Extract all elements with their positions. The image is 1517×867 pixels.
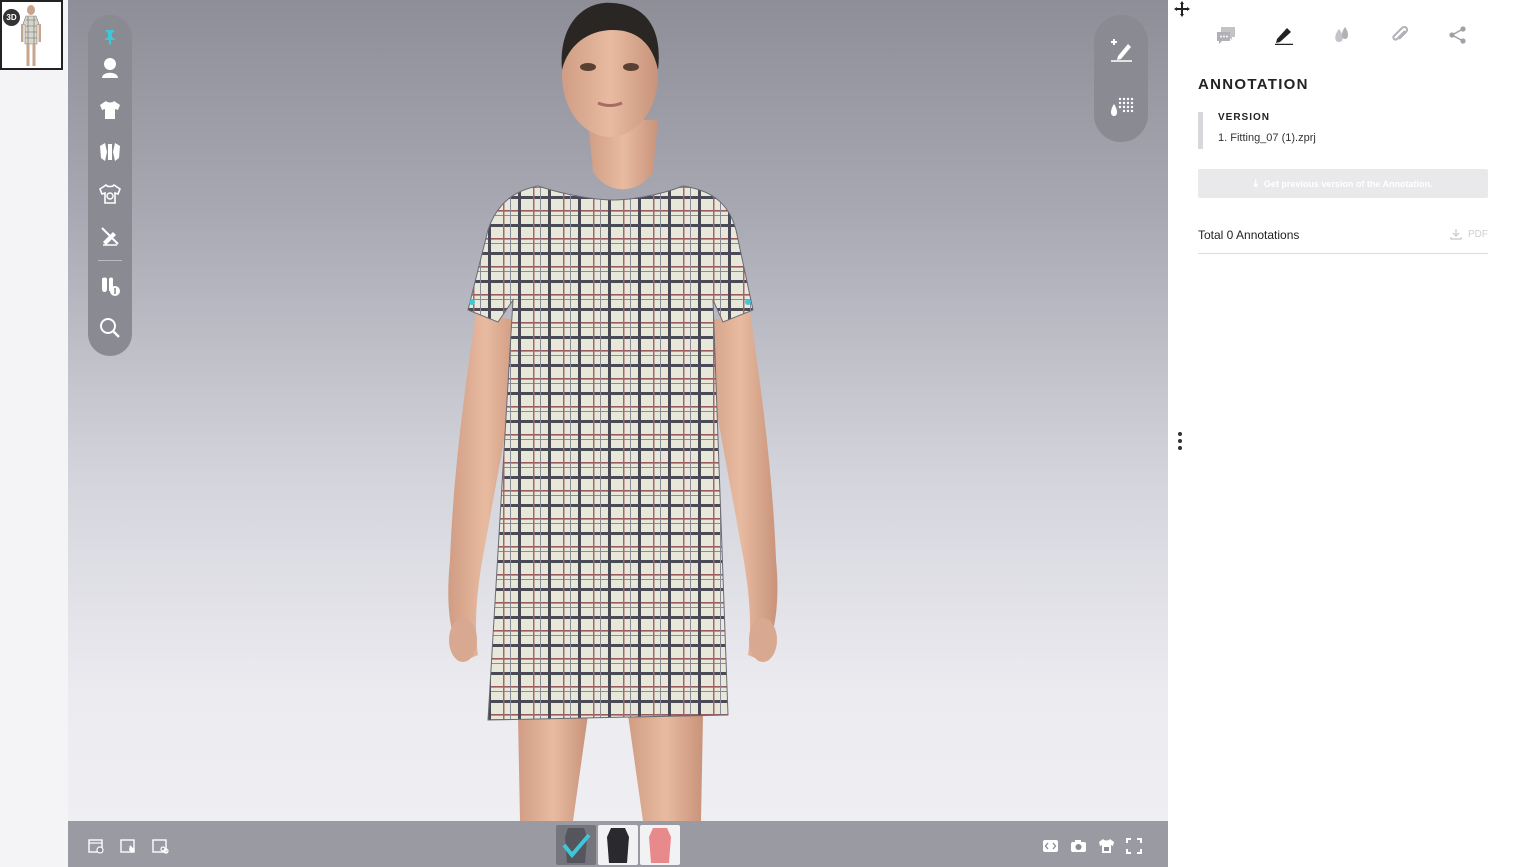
garment-icon[interactable]: [96, 96, 124, 124]
3d-viewport[interactable]: [68, 0, 1168, 867]
version-label: VERSION: [1218, 112, 1271, 123]
add-annotation-icon[interactable]: [1105, 33, 1137, 65]
version-block: VERSION 1. Fitting_07 (1).zprj: [1198, 112, 1488, 149]
annotation-panel: ANNOTATION VERSION 1. Fitting_07 (1).zpr…: [1168, 0, 1517, 867]
toolbar-divider: [98, 260, 122, 261]
comments-icon[interactable]: [1213, 22, 1239, 48]
avatar-thumbnail-image: [21, 5, 41, 66]
colorway-black-swatch[interactable]: [598, 825, 638, 865]
pin-icon[interactable]: [96, 23, 124, 51]
render-view-icon[interactable]: [151, 837, 169, 855]
thumbnail-strip: 3D: [0, 0, 68, 867]
hide-avatar-icon[interactable]: [96, 222, 124, 250]
panel-resize-kebab-icon[interactable]: [1176, 432, 1184, 456]
panel-tab-bar: [1168, 22, 1517, 48]
texture-grid-icon[interactable]: [1105, 91, 1137, 123]
share-icon[interactable]: [1445, 22, 1471, 48]
download-icon: ⤓: [1253, 178, 1258, 189]
left-toolbar: [88, 15, 132, 356]
camera-icon[interactable]: [1069, 837, 1087, 855]
fullscreen-icon[interactable]: [1125, 837, 1143, 855]
app-window: 3D ANNOTATION VERSION 1. Fitting_07 (1).…: [0, 0, 1517, 867]
get-previous-version-button[interactable]: ⤓ Get previous version of the Annotation…: [1198, 169, 1488, 198]
get-previous-version-label: Get previous version of the Annotation.: [1263, 178, 1433, 189]
total-annotations-row: Total 0 Annotations PDF: [1198, 226, 1488, 254]
avatar-icon[interactable]: [96, 54, 124, 82]
avatar-3d-model: [448, 2, 778, 821]
3d-badge: 3D: [3, 9, 20, 26]
colorway-pink-swatch[interactable]: [640, 825, 680, 865]
right-toolbar: [1094, 15, 1148, 142]
total-annotations-text: Total 0 Annotations: [1198, 228, 1300, 242]
style-thumbnail[interactable]: 3D: [0, 0, 63, 70]
colorway-check-swatch[interactable]: [556, 825, 596, 865]
annotation-icon[interactable]: [1271, 22, 1297, 48]
colorway-icon[interactable]: [96, 180, 124, 208]
colors-icon[interactable]: [1329, 22, 1355, 48]
fabric-icon[interactable]: [96, 138, 124, 166]
move-handle-icon[interactable]: [1173, 0, 1193, 18]
panel-title: ANNOTATION: [1198, 76, 1309, 93]
version-value: 1. Fitting_07 (1).zprj: [1218, 132, 1316, 144]
bottom-bar: [68, 821, 1168, 867]
measure-icon[interactable]: [96, 272, 124, 300]
attachment-icon[interactable]: [1387, 22, 1413, 48]
snapshot-view-icon[interactable]: [119, 837, 137, 855]
pdf-download-button[interactable]: PDF: [1450, 228, 1488, 240]
avatar-export-icon[interactable]: [1097, 837, 1115, 855]
zoom-icon[interactable]: [96, 314, 124, 342]
pdf-download-icon: [1450, 229, 1462, 240]
pdf-label: PDF: [1468, 228, 1488, 240]
view-settings-icon[interactable]: [87, 837, 105, 855]
embed-code-icon[interactable]: [1041, 837, 1059, 855]
